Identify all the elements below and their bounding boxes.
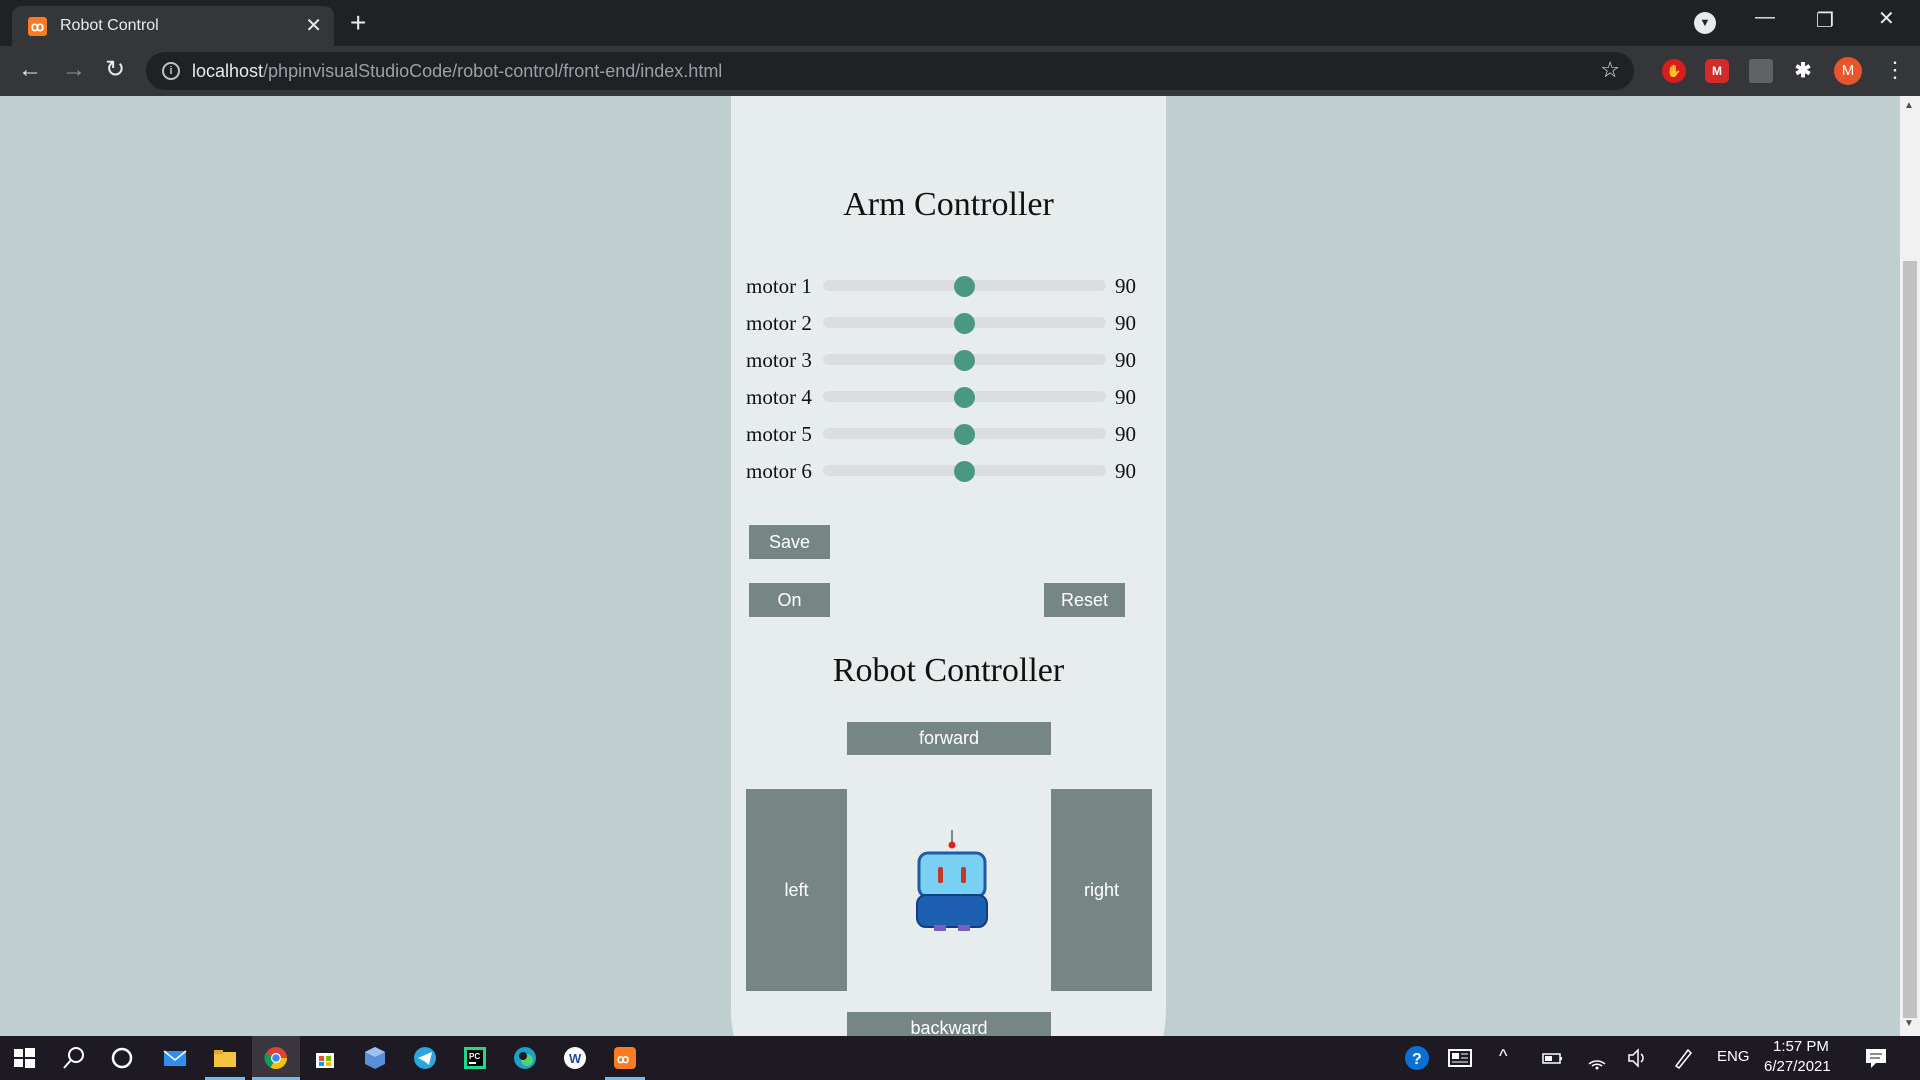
pycharm-icon[interactable]: PC [461, 1044, 489, 1072]
motor-value: 90 [1115, 422, 1136, 446]
save-button[interactable]: Save [749, 525, 830, 559]
slider-thumb[interactable] [954, 424, 975, 445]
motor-value: 90 [1115, 459, 1136, 483]
svg-text:W: W [569, 1051, 582, 1066]
new-tab-icon[interactable]: + [350, 6, 366, 40]
tab-search-icon[interactable]: ▼ [1694, 12, 1716, 34]
news-icon[interactable] [1446, 1044, 1474, 1072]
clock-time[interactable]: 1:57 PM [1773, 1038, 1829, 1055]
browser-toolbar: ← → ↻ i localhost/phpinvisualStudioCode/… [0, 46, 1920, 96]
language-indicator[interactable]: ENG [1717, 1048, 1750, 1065]
svg-text:PC: PC [469, 1052, 480, 1061]
motor-value: 90 [1115, 311, 1136, 335]
windows-taskbar: PC W ꝏ ? ^ ENG 1:57 PM 6/27/2021 [0, 1036, 1920, 1080]
motor-value: 90 [1115, 274, 1136, 298]
page-viewport: Arm Controller motor 1 90 motor 2 90 mot… [0, 96, 1900, 1036]
minimize-icon[interactable]: — [1755, 6, 1775, 29]
motor-5-slider[interactable] [823, 424, 1106, 445]
slider-thumb[interactable] [954, 313, 975, 334]
reset-button[interactable]: Reset [1044, 583, 1125, 617]
xampp-icon: ꝏ [28, 17, 47, 36]
extensions-puzzle-icon[interactable]: ✱ [1791, 59, 1815, 83]
virtualbox-icon[interactable] [361, 1044, 389, 1072]
page-scrollbar[interactable]: ▲ ▼ [1900, 96, 1920, 1036]
motor-3-slider[interactable] [823, 350, 1106, 371]
motor-4-slider[interactable] [823, 387, 1106, 408]
motor-value: 90 [1115, 348, 1136, 372]
back-icon[interactable]: ← [18, 55, 42, 85]
slider-thumb[interactable] [954, 276, 975, 297]
motor-row: motor 6 90 [746, 456, 1146, 486]
svg-text:?: ? [1412, 1051, 1422, 1068]
motor-2-slider[interactable] [823, 313, 1106, 334]
tab-title: Robot Control [60, 17, 159, 34]
help-icon[interactable]: ? [1403, 1044, 1431, 1072]
mega-extension-icon[interactable]: M [1705, 59, 1729, 83]
right-button[interactable]: right [1051, 789, 1152, 991]
mail-icon[interactable] [161, 1044, 189, 1072]
site-info-icon[interactable]: i [162, 62, 180, 80]
chrome-icon[interactable] [262, 1044, 290, 1072]
control-panel: Arm Controller motor 1 90 motor 2 90 mot… [731, 96, 1166, 1036]
scroll-up-icon[interactable]: ▲ [1904, 100, 1914, 111]
telegram-icon[interactable] [411, 1044, 439, 1072]
motor-value: 90 [1115, 385, 1136, 409]
svg-text:ꝏ: ꝏ [617, 1052, 629, 1066]
url-text: localhost/phpinvisualStudioCode/robot-co… [192, 61, 723, 81]
browser-menu-icon[interactable]: ⋮ [1884, 55, 1906, 85]
forward-nav-icon[interactable]: → [62, 55, 86, 85]
notification-icon[interactable] [1862, 1044, 1890, 1072]
window-close-icon[interactable]: ✕ [1878, 6, 1895, 31]
backward-button[interactable]: backward [847, 1012, 1051, 1036]
adblock-extension-icon[interactable]: ✋ [1662, 59, 1686, 83]
file-explorer-icon[interactable] [211, 1044, 239, 1072]
volume-icon[interactable] [1624, 1044, 1652, 1072]
close-tab-icon[interactable]: ✕ [305, 13, 322, 38]
slider-thumb[interactable] [954, 461, 975, 482]
windows-start-icon[interactable] [10, 1044, 38, 1072]
motor-row: motor 4 90 [746, 382, 1146, 412]
chevron-up-icon[interactable]: ^ [1499, 1046, 1507, 1067]
profile-avatar[interactable]: M [1834, 57, 1862, 85]
motor-label: motor 6 [746, 459, 812, 483]
motor-1-slider[interactable] [823, 276, 1106, 297]
pen-icon[interactable] [1670, 1044, 1698, 1072]
robot-icon [916, 830, 988, 931]
arm-controller-title: Arm Controller [843, 186, 1054, 223]
extension-icon[interactable] [1749, 59, 1773, 83]
motor-row: motor 1 90 [746, 271, 1146, 301]
battery-icon[interactable] [1538, 1044, 1566, 1072]
search-icon[interactable] [60, 1044, 88, 1072]
bookmark-star-icon[interactable]: ☆ [1600, 57, 1620, 83]
browser-tab-strip: ꝏ Robot Control ✕ + ▼ — ❐ ✕ [0, 0, 1920, 46]
on-button[interactable]: On [749, 583, 830, 617]
restore-icon[interactable]: ❐ [1816, 8, 1834, 33]
slider-thumb[interactable] [954, 350, 975, 371]
motor-row: motor 5 90 [746, 419, 1146, 449]
motor-label: motor 1 [746, 274, 812, 298]
clock-date[interactable]: 6/27/2021 [1764, 1058, 1831, 1075]
wifi-icon[interactable] [1583, 1044, 1611, 1072]
motor-label: motor 5 [746, 422, 812, 446]
address-bar[interactable]: i localhost/phpinvisualStudioCode/robot-… [146, 52, 1634, 90]
motor-label: motor 2 [746, 311, 812, 335]
slider-thumb[interactable] [954, 387, 975, 408]
xampp-taskbar-icon[interactable]: ꝏ [611, 1044, 639, 1072]
reload-icon[interactable]: ↻ [105, 55, 125, 85]
motor-row: motor 2 90 [746, 308, 1146, 338]
forward-button[interactable]: forward [847, 722, 1051, 755]
store-icon[interactable] [311, 1044, 339, 1072]
cortana-icon[interactable] [108, 1044, 136, 1072]
browser-tab[interactable]: ꝏ Robot Control ✕ [12, 6, 334, 46]
robot-controller-title: Robot Controller [832, 652, 1065, 689]
edge-icon[interactable] [511, 1044, 539, 1072]
wps-writer-icon[interactable]: W [561, 1044, 589, 1072]
scroll-down-icon[interactable]: ▼ [1904, 1018, 1914, 1029]
motor-row: motor 3 90 [746, 345, 1146, 375]
motor-label: motor 4 [746, 385, 812, 409]
left-button[interactable]: left [746, 789, 847, 991]
scrollbar-thumb[interactable] [1903, 261, 1917, 1018]
motor-6-slider[interactable] [823, 461, 1106, 482]
motor-label: motor 3 [746, 348, 812, 372]
